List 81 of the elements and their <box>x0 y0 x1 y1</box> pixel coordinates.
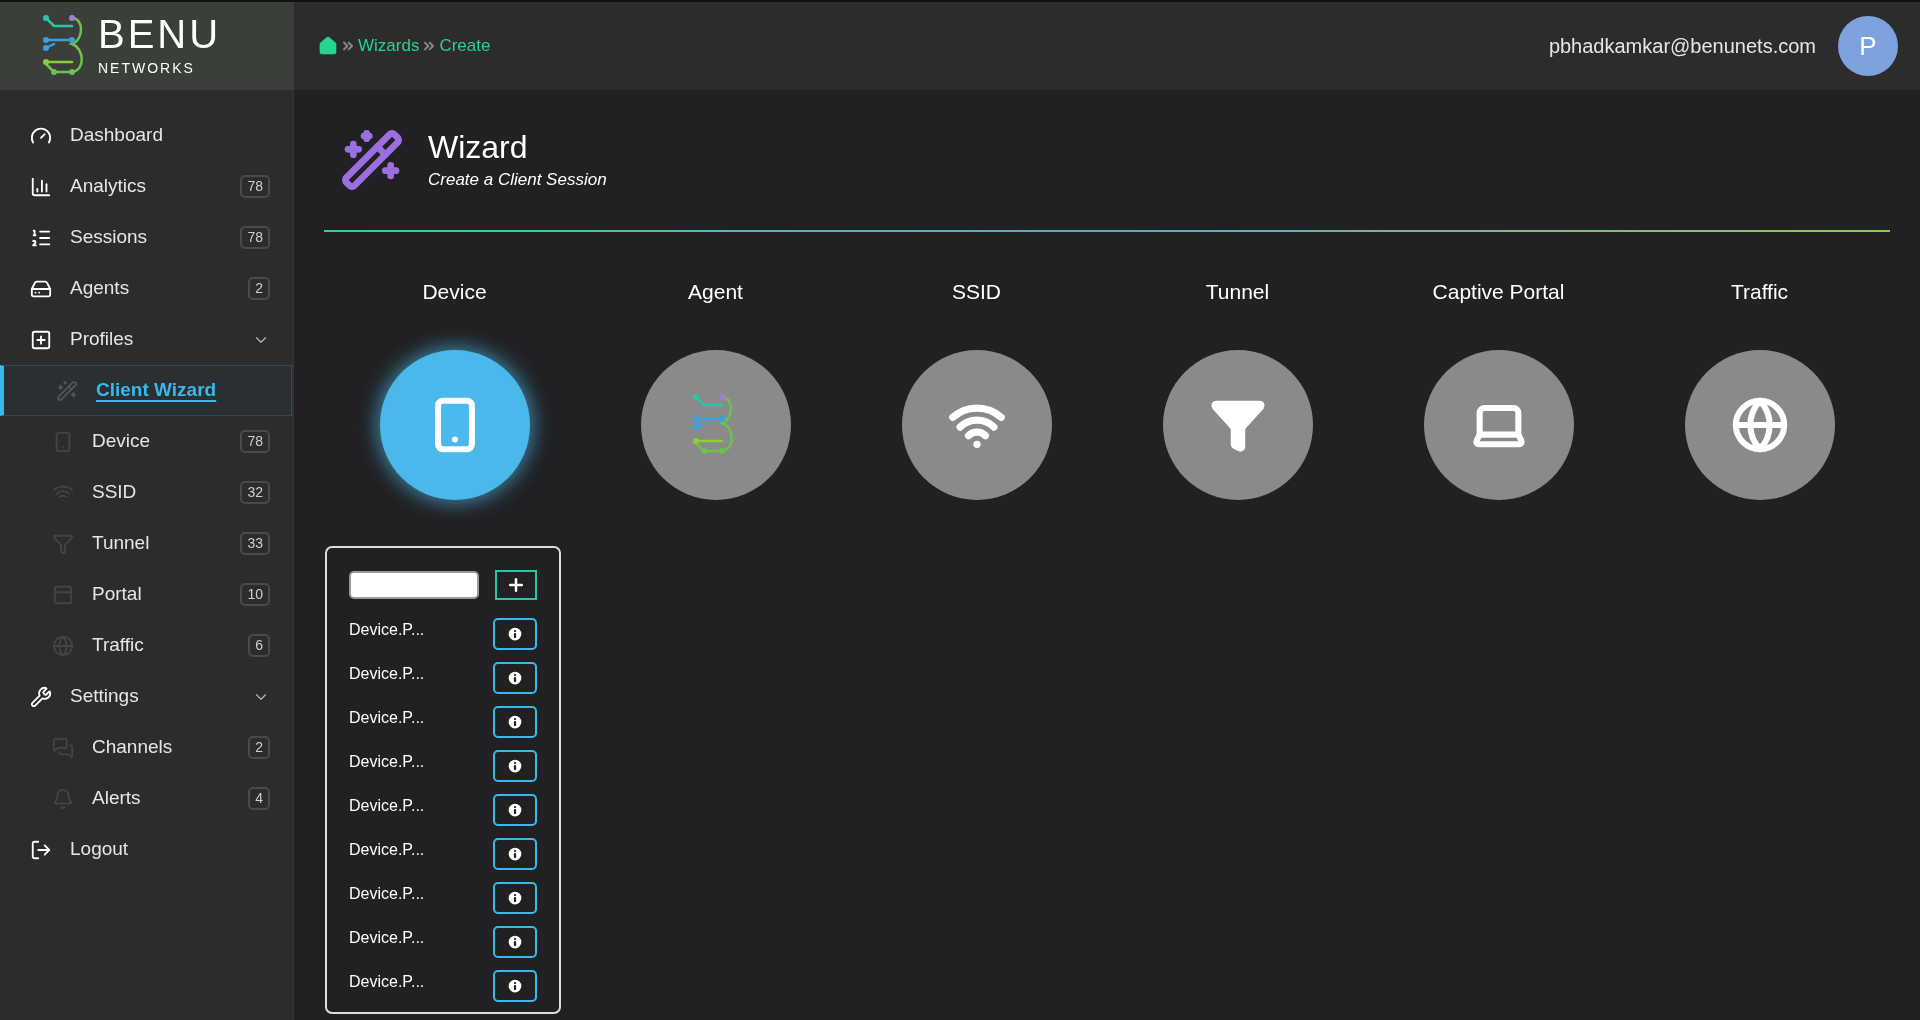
info-button[interactable] <box>493 926 537 958</box>
logo-tagline: NETWORKS <box>98 58 196 78</box>
info-button[interactable] <box>493 882 537 914</box>
wrench-icon <box>30 685 52 708</box>
count-badge: 78 <box>240 175 270 198</box>
device-name: Device.P... <box>349 708 425 728</box>
count-badge: 10 <box>240 583 270 606</box>
sidebar-item[interactable]: Channels 2 <box>0 722 292 773</box>
info-button[interactable] <box>493 618 537 650</box>
count-badge: 2 <box>248 277 270 300</box>
device-name: Device.P... <box>349 840 425 860</box>
bar-chart-icon <box>30 175 52 198</box>
user-email: pbhadkamkar@benunets.com <box>1548 34 1816 59</box>
chat-bubbles-icon <box>52 736 74 759</box>
info-icon <box>506 757 524 775</box>
magic-wand-icon <box>340 128 404 192</box>
bell-icon <box>52 787 74 810</box>
step-label: SSID <box>952 279 1001 305</box>
magic-wand-icon <box>56 379 78 402</box>
search-field[interactable] <box>349 571 479 599</box>
info-icon <box>506 801 524 819</box>
sidebar-item[interactable]: Device 78 <box>0 416 292 467</box>
page-subtitle: Create a Client Session <box>428 169 607 192</box>
sidebar-item[interactable]: Logout <box>0 824 292 875</box>
device-name: Device.P... <box>349 664 425 684</box>
device-name: Device.P... <box>349 620 425 640</box>
step-label: Captive Portal <box>1432 279 1565 305</box>
breadcrumb-link[interactable]: Wizards <box>358 33 420 59</box>
sidebar-item[interactable]: Settings <box>0 671 292 722</box>
page-title: Wizard <box>428 128 529 168</box>
add-button[interactable] <box>495 570 537 600</box>
device-name: Device.P... <box>349 752 425 772</box>
info-icon <box>506 889 524 907</box>
info-button[interactable] <box>493 838 537 870</box>
plus-icon <box>506 575 526 595</box>
step-label: Device <box>422 279 487 305</box>
count-badge: 6 <box>248 634 270 657</box>
info-button[interactable] <box>493 662 537 694</box>
sidebar-item[interactable]: SSID 32 <box>0 467 292 518</box>
device-name: Device.P... <box>349 972 425 992</box>
logout-icon <box>30 838 52 861</box>
funnel-icon <box>52 532 74 555</box>
count-badge: 78 <box>240 226 270 249</box>
window-icon <box>52 583 74 606</box>
info-icon <box>506 845 524 863</box>
plus-square-icon <box>30 328 52 351</box>
home-icon[interactable] <box>318 36 338 56</box>
count-badge: 2 <box>248 736 270 759</box>
sidebar-item[interactable]: Traffic 6 <box>0 620 292 671</box>
info-icon <box>506 933 524 951</box>
device-name: Device.P... <box>349 884 425 904</box>
sidebar-item[interactable]: Alerts 4 <box>0 773 292 824</box>
globe-icon <box>52 634 74 657</box>
info-button[interactable] <box>493 794 537 826</box>
breadcrumb-link[interactable]: Create <box>439 33 491 59</box>
info-button[interactable] <box>493 970 537 1002</box>
count-badge: 78 <box>240 430 270 453</box>
sidebar-item[interactable]: Tunnel 33 <box>0 518 292 569</box>
sidebar-item[interactable]: Client Wizard <box>0 365 292 416</box>
count-badge: 32 <box>240 481 270 504</box>
step-label: Agent <box>688 279 743 305</box>
sidebar-item[interactable]: Sessions 78 <box>0 212 292 263</box>
globe-icon <box>1730 396 1789 454</box>
count-badge: 4 <box>248 787 270 810</box>
info-icon <box>506 625 524 643</box>
info-icon <box>506 977 524 995</box>
count-badge: 33 <box>240 532 270 555</box>
step-label: Tunnel <box>1205 279 1270 305</box>
sidebar-item[interactable]: Profiles <box>0 314 292 365</box>
device-name: Device.P... <box>349 796 425 816</box>
info-icon <box>506 669 524 687</box>
logo-name: BENU <box>98 13 222 54</box>
info-button[interactable] <box>493 750 537 782</box>
step-label: Traffic <box>1730 279 1789 305</box>
info-icon <box>506 713 524 731</box>
sidebar-item[interactable]: Dashboard <box>0 110 292 161</box>
sidebar-item[interactable]: Agents 2 <box>0 263 292 314</box>
info-button[interactable] <box>493 706 537 738</box>
device-name: Device.P... <box>349 928 425 948</box>
sidebar-item[interactable]: Analytics 78 <box>0 161 292 212</box>
sidebar-item[interactable]: Portal 10 <box>0 569 292 620</box>
